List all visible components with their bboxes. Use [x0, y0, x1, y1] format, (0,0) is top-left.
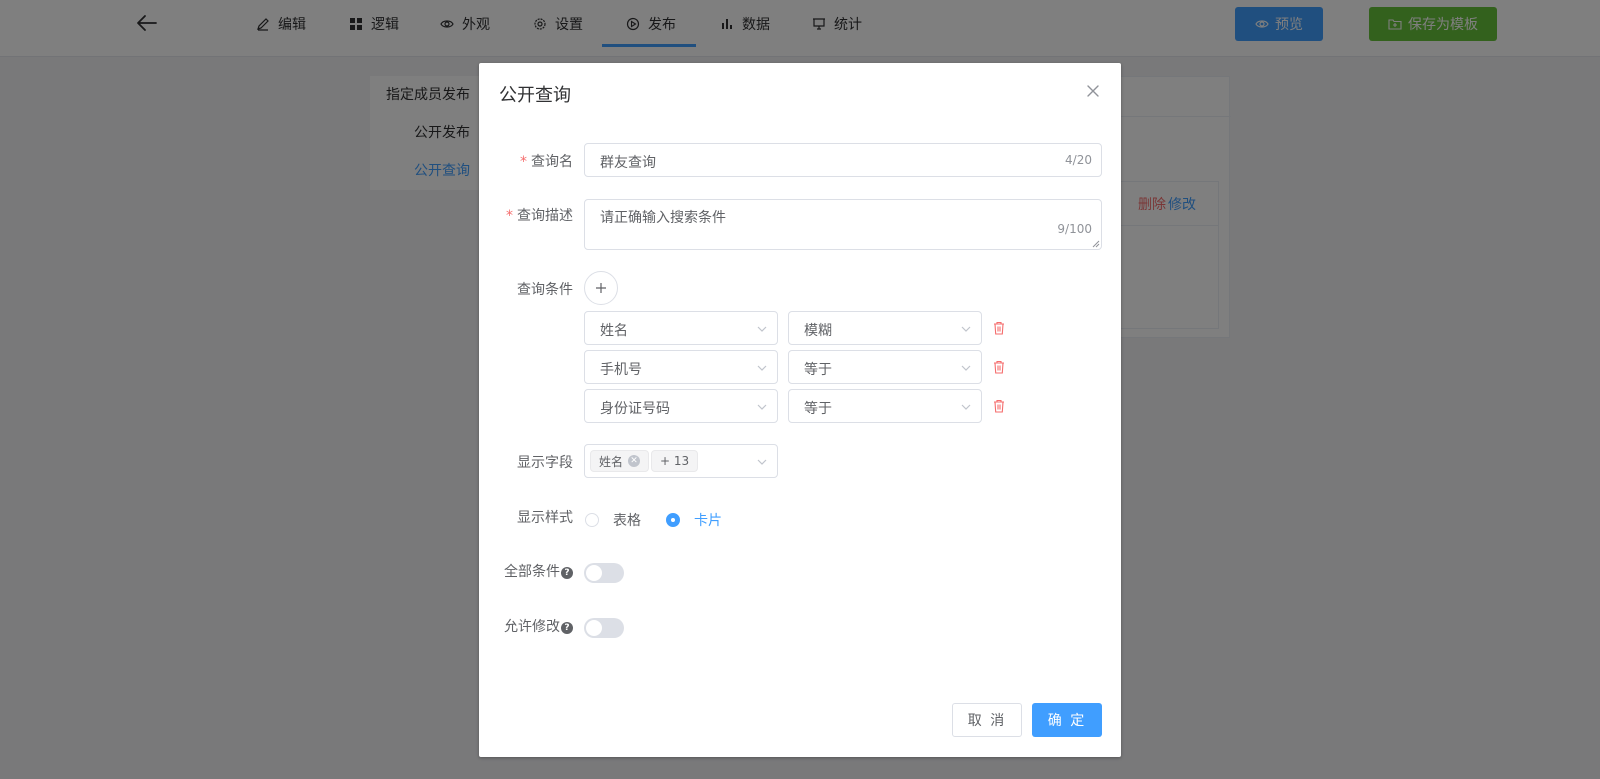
- question-icon[interactable]: ?: [561, 567, 573, 579]
- condition-field-select[interactable]: 姓名: [584, 311, 778, 345]
- question-icon[interactable]: ?: [561, 622, 573, 634]
- condition-operator-select[interactable]: 模糊: [788, 311, 982, 345]
- condition-field-select[interactable]: 身份证号码: [584, 389, 778, 423]
- display-style-label: 显示样式: [517, 510, 573, 526]
- tag-label: 姓名: [599, 454, 624, 469]
- select-value: 姓名: [600, 323, 628, 339]
- allow-edit-label: 允许修改?: [504, 616, 573, 636]
- selected-tag: 姓名 ✕: [590, 450, 650, 472]
- query-name-input[interactable]: 群友查询 4/20: [584, 143, 1102, 177]
- trash-icon[interactable]: [992, 321, 1006, 335]
- radio-circle: [585, 513, 599, 527]
- radio-table[interactable]: 表格: [585, 510, 641, 530]
- select-value: 模糊: [804, 323, 832, 339]
- radio-label: 表格: [613, 513, 641, 529]
- dialog-title: 公开查询: [499, 85, 571, 106]
- confirm-button[interactable]: 确 定: [1032, 703, 1102, 737]
- display-fields-label: 显示字段: [517, 455, 573, 471]
- more-tags-badge: + 13: [651, 450, 699, 472]
- chevron-down-icon: [757, 404, 767, 410]
- select-value: 手机号: [600, 362, 642, 378]
- plus-icon: [596, 283, 606, 293]
- select-value: 等于: [804, 401, 832, 417]
- tag-close-icon[interactable]: ✕: [628, 455, 641, 467]
- close-icon[interactable]: [1086, 84, 1100, 98]
- trash-icon[interactable]: [992, 360, 1006, 374]
- query-desc-textarea[interactable]: 请正确输入搜索条件 9/100: [584, 199, 1102, 250]
- resize-handle-icon[interactable]: [1092, 240, 1100, 248]
- conditions-label: 查询条件: [517, 282, 573, 298]
- radio-card[interactable]: 卡片: [666, 510, 722, 530]
- query-name-label: * 查询名: [520, 154, 573, 170]
- more-count: + 13: [660, 454, 690, 468]
- chevron-down-icon: [961, 404, 971, 410]
- chevron-down-icon: [757, 459, 767, 465]
- chevron-down-icon: [757, 365, 767, 371]
- query-desc-value: 请正确输入搜索条件: [600, 210, 726, 226]
- select-value: 等于: [804, 362, 832, 378]
- public-query-dialog: 公开查询 * 查询名 群友查询 4/20 * 查询描述 请正确输入搜索条件 9/10…: [479, 63, 1121, 757]
- char-count: 4/20: [1065, 153, 1092, 167]
- char-count: 9/100: [1057, 222, 1092, 236]
- allow-edit-switch[interactable]: [584, 618, 624, 638]
- query-name-value: 群友查询: [600, 155, 656, 171]
- chevron-down-icon: [757, 326, 767, 332]
- trash-icon[interactable]: [992, 399, 1006, 413]
- condition-operator-select[interactable]: 等于: [788, 350, 982, 384]
- query-desc-label: * 查询描述: [506, 208, 573, 224]
- radio-circle: [666, 513, 680, 527]
- chevron-down-icon: [961, 365, 971, 371]
- add-condition-button[interactable]: [584, 271, 618, 305]
- all-conditions-switch[interactable]: [584, 563, 624, 583]
- select-value: 身份证号码: [600, 401, 670, 417]
- cancel-button[interactable]: 取 消: [952, 703, 1022, 737]
- chevron-down-icon: [961, 326, 971, 332]
- radio-label: 卡片: [694, 513, 722, 529]
- all-conditions-label: 全部条件?: [504, 561, 573, 581]
- condition-field-select[interactable]: 手机号: [584, 350, 778, 384]
- display-fields-select[interactable]: 姓名 ✕ + 13: [584, 444, 778, 478]
- condition-operator-select[interactable]: 等于: [788, 389, 982, 423]
